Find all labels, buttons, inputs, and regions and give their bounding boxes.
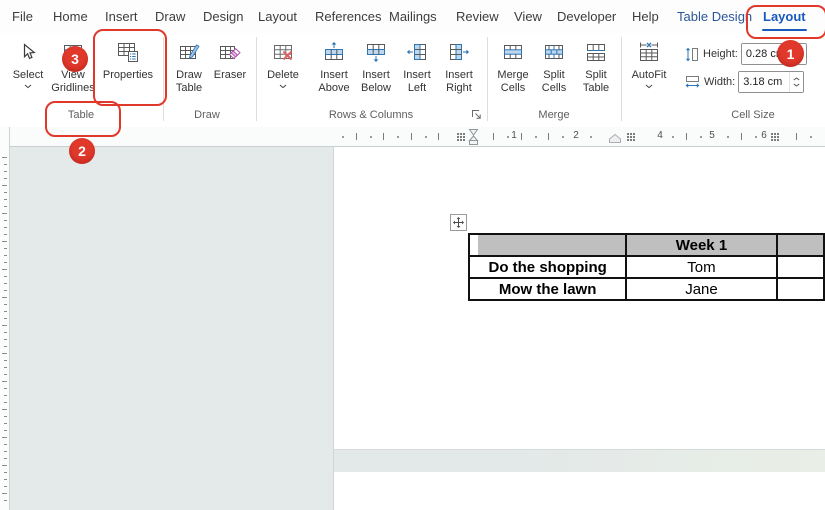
group-separator	[487, 37, 488, 121]
group-separator	[256, 37, 257, 121]
menu-tab-developer[interactable]: Developer	[557, 9, 616, 24]
table-properties-icon	[117, 36, 139, 67]
menu-tab-view[interactable]: View	[514, 9, 542, 24]
task-cell[interactable]: Mow the lawn	[469, 278, 626, 300]
ribbon: Select View Gridlines	[0, 33, 825, 128]
merge-cells-button[interactable]: Merge Cells	[491, 36, 535, 94]
table-header-row: Week 1	[469, 234, 824, 256]
horizontal-ruler: 12456	[0, 127, 825, 147]
insert-right-button[interactable]: Insert Right	[437, 36, 481, 94]
menu-tab-insert[interactable]: Insert	[105, 9, 138, 24]
select-icon	[17, 36, 39, 67]
table-move-handle[interactable]	[450, 214, 467, 231]
insert-below-button[interactable]: Insert Below	[355, 36, 397, 94]
move-cross-icon	[453, 217, 464, 228]
group-label-rows-columns: Rows & Columns	[262, 109, 480, 121]
split-table-icon	[585, 36, 607, 67]
delete-button[interactable]: Delete	[261, 36, 305, 89]
autofit-icon	[638, 36, 660, 67]
split-cells-button[interactable]: Split Cells	[533, 36, 575, 94]
properties-button[interactable]: Properties	[98, 36, 158, 82]
insert-below-icon	[365, 36, 387, 67]
width-spinner[interactable]	[789, 72, 803, 92]
annotation-step-2: 2	[69, 138, 95, 164]
menu-tab-draw[interactable]: Draw	[155, 9, 185, 24]
person-cell[interactable]: Jane	[626, 278, 776, 300]
page-gap	[334, 449, 825, 473]
group-label-merge: Merge	[492, 109, 616, 121]
annotation-step-3: 3	[62, 46, 88, 72]
chores-table: Week 1 Do the shopping Tom Mow the lawn …	[468, 233, 825, 301]
insert-above-button[interactable]: Insert Above	[312, 36, 356, 94]
split-table-button[interactable]: Split Table	[574, 36, 618, 94]
cell-width-row: Width:	[684, 71, 804, 93]
width-field	[738, 71, 804, 93]
eraser-button[interactable]: Eraser	[209, 36, 251, 82]
group-label-table: Table	[8, 109, 154, 121]
table-column-marker-icon[interactable]	[770, 132, 780, 142]
menu-tab-references[interactable]: References	[315, 9, 381, 24]
group-label-cell-size: Cell Size	[660, 109, 825, 121]
eraser-icon	[219, 36, 241, 67]
menu-tab-help[interactable]: Help	[632, 9, 659, 24]
delete-table-icon	[272, 36, 294, 67]
split-cells-icon	[543, 36, 565, 67]
header-cell-week1[interactable]: Week 1	[626, 234, 776, 256]
partial-cell[interactable]	[777, 256, 824, 278]
row-height-icon	[684, 46, 700, 63]
group-separator	[621, 37, 622, 121]
insert-left-icon	[406, 36, 428, 67]
draw-table-button[interactable]: Draw Table	[167, 36, 211, 94]
header-cell-partial[interactable]	[777, 234, 824, 256]
select-button[interactable]: Select	[6, 36, 50, 89]
delete-menu-chevron-icon[interactable]	[279, 84, 287, 89]
draw-table-icon	[178, 36, 200, 67]
autofit-button[interactable]: AutoFit	[626, 36, 672, 89]
menu-tab-design[interactable]: Design	[203, 9, 243, 24]
table-column-marker-icon[interactable]	[456, 132, 466, 142]
indent-markers-icon[interactable]	[468, 128, 479, 146]
menu-tab-home[interactable]: Home	[53, 9, 88, 24]
menu-tab-mailings[interactable]: Mailings	[389, 9, 437, 24]
menu-bar: File Home Insert Draw Design Layout Refe…	[0, 0, 825, 33]
word-window: File Home Insert Draw Design Layout Refe…	[0, 0, 825, 510]
menu-tab-table-design[interactable]: Table Design	[677, 9, 752, 24]
column-width-icon	[684, 74, 701, 90]
tab-marker-icon[interactable]	[608, 133, 622, 144]
person-cell[interactable]: Tom	[626, 256, 776, 278]
menu-tab-layout[interactable]: Layout	[258, 9, 297, 24]
select-menu-chevron-icon[interactable]	[24, 84, 32, 89]
page-1: Week 1 Do the shopping Tom Mow the lawn …	[334, 147, 825, 449]
width-input[interactable]	[739, 72, 789, 92]
insert-above-icon	[323, 36, 345, 67]
document-area: Week 1 Do the shopping Tom Mow the lawn …	[0, 147, 825, 510]
annotation-step-1: 1	[777, 40, 804, 67]
insert-right-icon	[448, 36, 470, 67]
partial-cell[interactable]	[777, 278, 824, 300]
page-2	[334, 472, 825, 510]
table-row: Do the shopping Tom	[469, 256, 824, 278]
merge-cells-icon	[502, 36, 524, 67]
rows-columns-dialog-launcher[interactable]	[470, 108, 483, 121]
vertical-ruler	[0, 127, 10, 510]
insert-left-button[interactable]: Insert Left	[397, 36, 437, 94]
table-column-marker-icon[interactable]	[626, 132, 636, 142]
group-label-draw: Draw	[164, 109, 250, 121]
autofit-menu-chevron-icon[interactable]	[645, 84, 653, 89]
menu-tab-file[interactable]: File	[12, 9, 33, 24]
header-cell-blank[interactable]	[469, 234, 626, 256]
menu-tab-table-layout[interactable]: Layout	[763, 9, 806, 24]
table-row: Mow the lawn Jane	[469, 278, 824, 300]
task-cell[interactable]: Do the shopping	[469, 256, 626, 278]
menu-tab-review[interactable]: Review	[456, 9, 499, 24]
